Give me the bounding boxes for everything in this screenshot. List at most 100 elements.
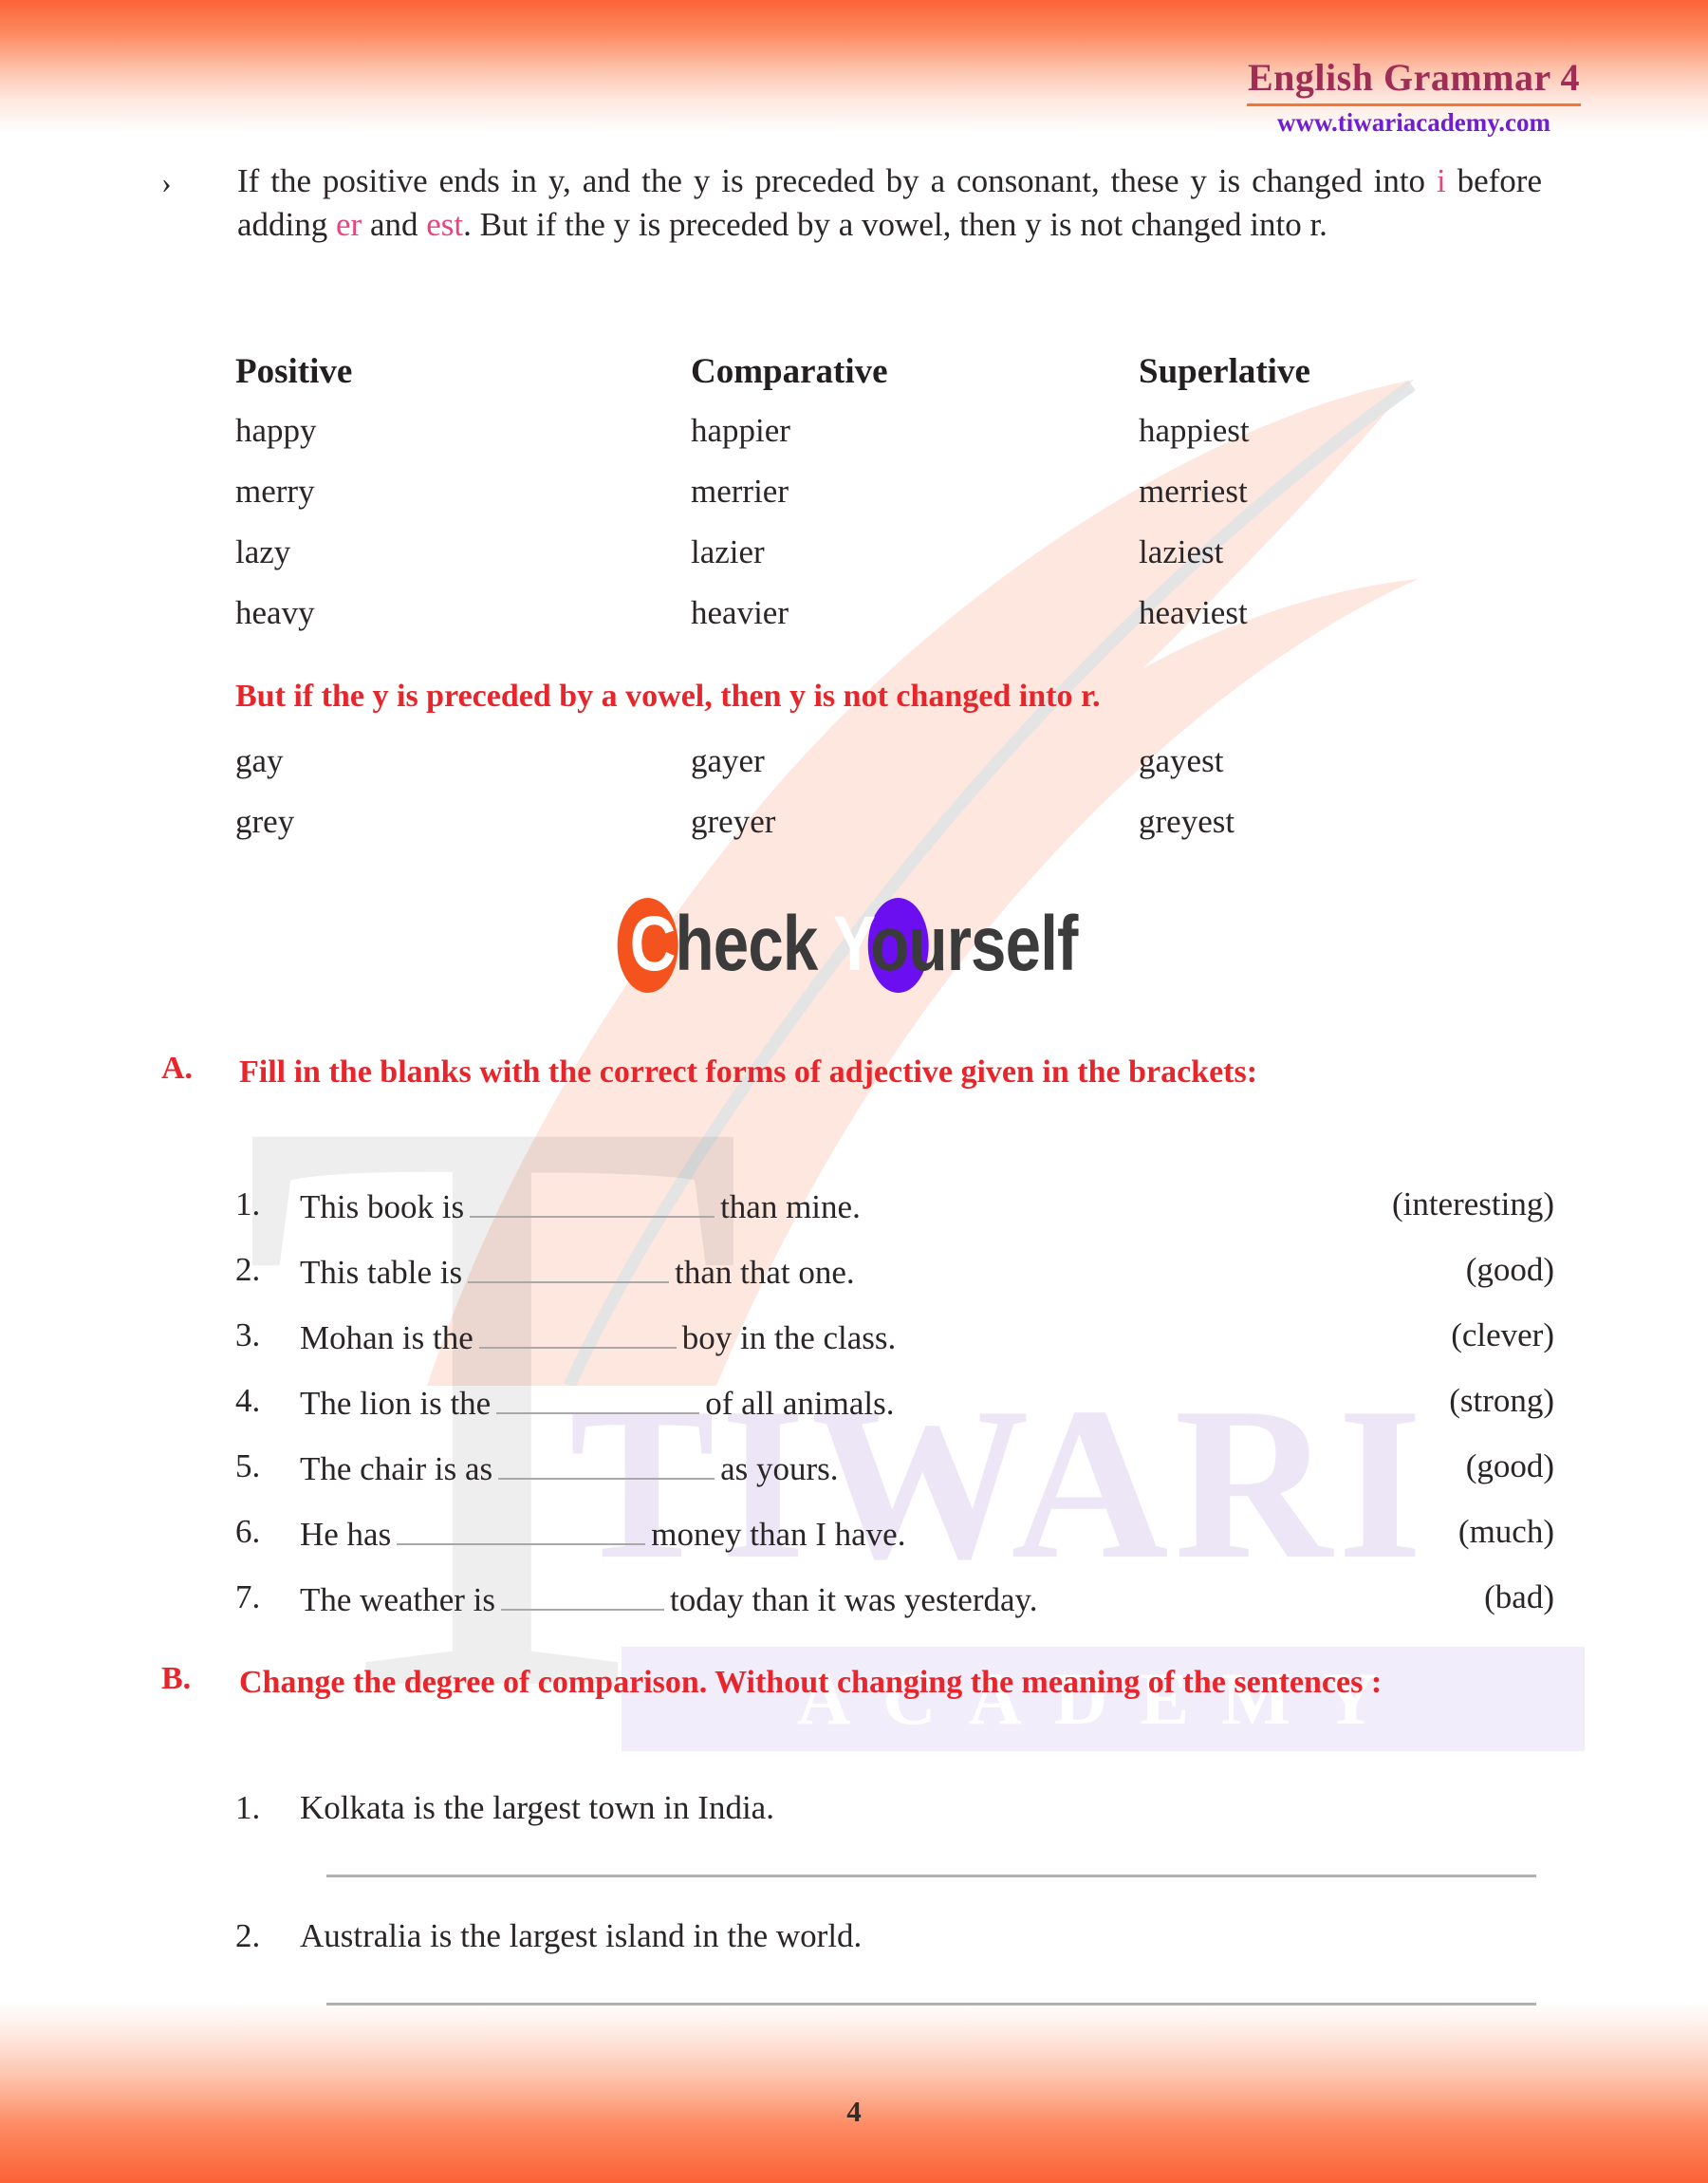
column-header-superlative: Superlative — [1139, 352, 1310, 391]
cell-superlative: happiest — [1139, 412, 1250, 449]
question-item: 3. Mohan is the boy in the class. (clever… — [235, 1316, 1554, 1382]
question-hint: (bad) — [1484, 1578, 1554, 1615]
cell-positive: heavy — [235, 594, 315, 631]
question-number: 1. — [235, 1789, 261, 1826]
page-content: English Grammar 4 www.tiwariacademy.com … — [0, 0, 1708, 2183]
section-a-questions: 1. This book is than mine. (interesting) … — [235, 1185, 1554, 1644]
answer-blank[interactable] — [470, 1185, 715, 1218]
question-prefix: The lion is the — [300, 1385, 492, 1422]
table-row: heavy heavier heaviest — [235, 594, 1374, 655]
question-suffix: of all animals. — [705, 1385, 895, 1422]
yourself-y-letter: Y — [833, 901, 871, 987]
question-hint: (good) — [1465, 1447, 1554, 1484]
degrees-table-2: gay gayer gayest grey greyer greyest — [235, 742, 1374, 864]
answer-blank[interactable] — [496, 1382, 700, 1414]
vowel-rule-note: But if the y is preceded by a vowel, the… — [235, 679, 1101, 714]
question-number: 7. — [235, 1578, 261, 1615]
cell-comparative: lazier — [691, 533, 765, 570]
question-hint: (strong) — [1449, 1382, 1554, 1419]
page-header: English Grammar 4 www.tiwariacademy.com — [1243, 59, 1585, 136]
table-header-row: Positive Comparative Superlative — [235, 351, 1374, 412]
question-item: 2. Australia is the largest island in th… — [235, 1917, 1554, 2006]
question-number: 3. — [235, 1316, 261, 1353]
question-text: Australia is the largest island in the w… — [300, 1917, 863, 1954]
column-header-positive: Positive — [235, 352, 353, 391]
question-hint: (much) — [1457, 1513, 1554, 1550]
question-hint: (good) — [1465, 1251, 1554, 1288]
chevron-right-icon: › — [161, 165, 172, 199]
question-item: 6. He has money than I have. (much) — [235, 1513, 1554, 1578]
section-b-questions: 1. Kolkata is the largest town in India.… — [235, 1789, 1554, 2006]
question-text: The weather is today than it was yesterda… — [300, 1578, 1038, 1619]
answer-blank[interactable] — [478, 1316, 677, 1349]
question-text: This table is than that one. — [300, 1251, 855, 1292]
question-suffix: as yours. — [720, 1450, 839, 1487]
cell-positive: merry — [235, 473, 315, 510]
answer-blank[interactable] — [501, 1578, 665, 1611]
question-hint: (clever) — [1451, 1316, 1554, 1353]
website-url: www.tiwariacademy.com — [1277, 108, 1550, 137]
question-item: 1. Kolkata is the largest town in India. — [235, 1789, 1554, 1877]
intro-paragraph: › If the positive ends in y, and the y i… — [161, 159, 1542, 247]
question-suffix: than that one. — [675, 1254, 855, 1291]
cell-superlative: merriest — [1139, 473, 1248, 510]
cell-positive: grey — [235, 803, 295, 840]
column-header-comparative: Comparative — [691, 352, 888, 391]
question-text: Mohan is the boy in the class. — [300, 1316, 896, 1357]
header-divider — [1247, 103, 1581, 106]
answer-line[interactable] — [326, 1875, 1536, 1877]
question-number: 2. — [235, 1917, 261, 1954]
answer-blank[interactable] — [498, 1447, 715, 1480]
section-a: A. Fill in the blanks with the correct f… — [161, 1051, 1542, 1094]
question-item: 2. This table is than that one. (good) — [235, 1251, 1554, 1316]
question-number: 6. — [235, 1513, 261, 1550]
yourself-rest-text: ourself — [870, 901, 1078, 987]
question-prefix: This book is — [300, 1188, 465, 1225]
intro-part-4: . But if the y is preceded by a vowel, t… — [463, 206, 1327, 244]
question-prefix: Mohan is the — [300, 1319, 473, 1356]
degrees-table-1: Positive Comparative Superlative happy h… — [235, 351, 1374, 655]
check-c-letter: C — [630, 901, 677, 987]
question-text: The lion is the of all animals. — [300, 1382, 894, 1423]
question-number: 2. — [235, 1251, 261, 1288]
question-suffix: boy in the class. — [681, 1319, 897, 1356]
question-suffix: money than I have. — [651, 1516, 906, 1553]
cell-positive: happy — [235, 412, 317, 449]
question-item: 5. The chair is as as yours. (good) — [235, 1447, 1554, 1513]
intro-part-3: and — [362, 206, 427, 244]
intro-highlight-i: i — [1436, 162, 1446, 199]
cell-superlative: gayest — [1139, 742, 1224, 779]
question-suffix: than mine. — [720, 1188, 861, 1225]
question-hint: (interesting) — [1391, 1185, 1554, 1222]
table-row: gay gayer gayest — [235, 742, 1374, 803]
question-item: 4. The lion is the of all animals. (stron… — [235, 1382, 1554, 1447]
section-a-letter: A. — [161, 1051, 194, 1086]
check-yourself-logo: Check Yourself — [617, 892, 1079, 997]
question-item: 7. The weather is today than it was yeste… — [235, 1578, 1554, 1644]
answer-blank[interactable] — [468, 1251, 670, 1283]
question-prefix: He has — [300, 1516, 392, 1553]
page-number: 4 — [846, 2095, 862, 2128]
check-rest-text: heck — [675, 901, 834, 987]
cell-comparative: happier — [691, 412, 790, 449]
answer-blank[interactable] — [397, 1513, 646, 1545]
check-yourself-heading: Check Yourself — [0, 892, 1708, 1006]
cell-superlative: laziest — [1139, 533, 1224, 570]
section-a-heading: Fill in the blanks with the correct form… — [239, 1054, 1258, 1090]
cell-comparative: heavier — [691, 594, 789, 631]
question-prefix: This table is — [300, 1254, 463, 1291]
cell-comparative: merrier — [691, 473, 789, 510]
cell-superlative: greyest — [1139, 803, 1235, 840]
cell-superlative: heaviest — [1139, 594, 1248, 631]
question-number: 1. — [235, 1185, 261, 1222]
question-prefix: The chair is as — [300, 1450, 493, 1487]
intro-highlight-er: er — [336, 206, 362, 244]
answer-line[interactable] — [326, 2003, 1536, 2006]
section-b: B. Change the degree of comparison. With… — [161, 1661, 1542, 1705]
question-text: Kolkata is the largest town in India. — [300, 1789, 774, 1826]
cell-comparative: greyer — [691, 803, 776, 840]
question-item: 1. This book is than mine. (interesting) — [235, 1185, 1554, 1251]
section-b-letter: B. — [161, 1661, 192, 1696]
table-row: happy happier happiest — [235, 412, 1374, 473]
intro-highlight-est: est — [426, 206, 464, 244]
